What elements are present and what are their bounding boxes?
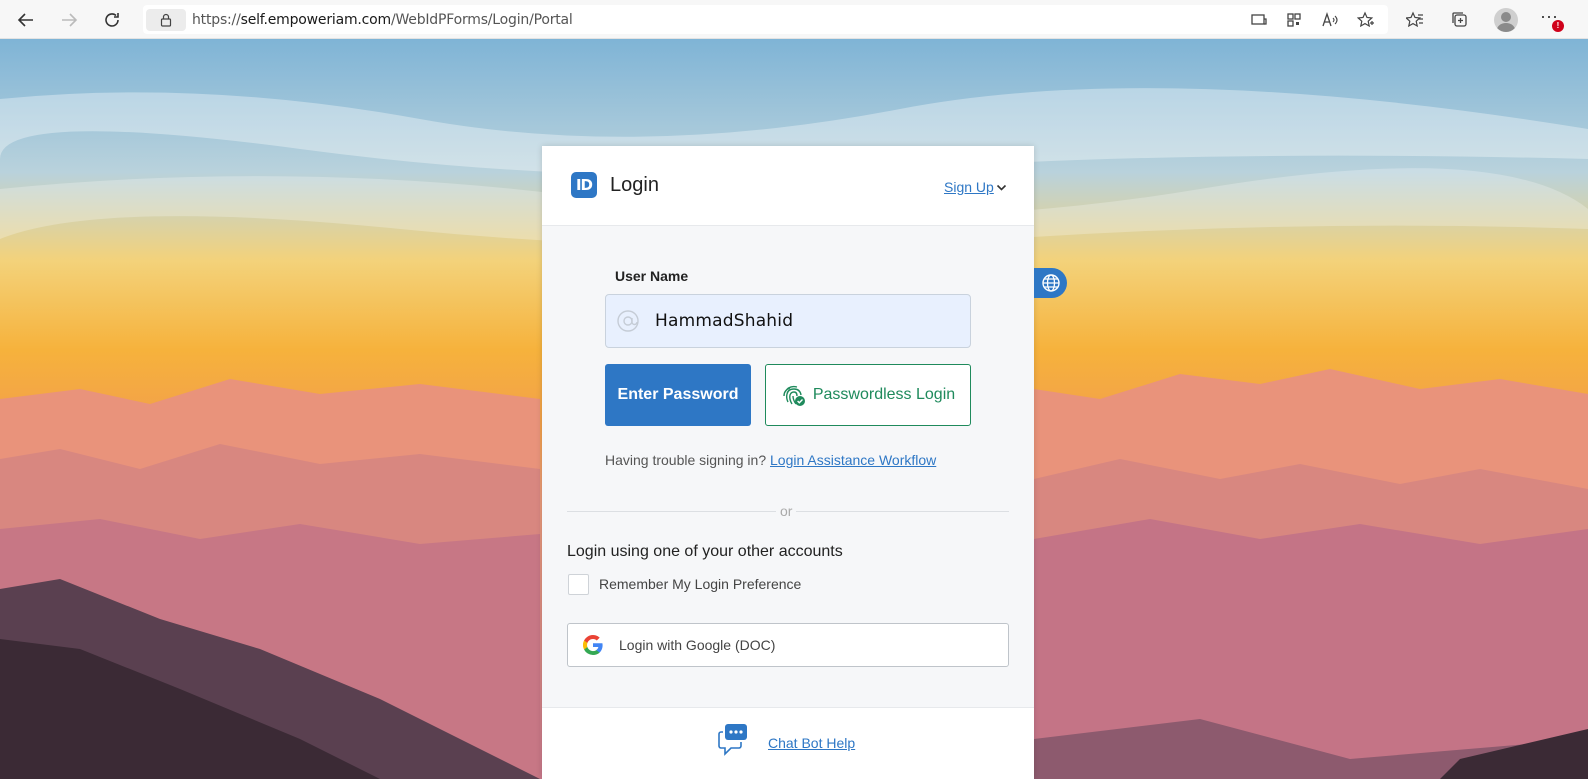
forward-button[interactable]: [56, 7, 82, 33]
google-login-label: Login with Google (DOC): [619, 637, 776, 653]
sign-up-link[interactable]: Sign Up: [944, 179, 1007, 195]
lock-icon: [160, 13, 172, 27]
login-header: ID Login Sign Up: [542, 146, 1034, 226]
notification-badge: !: [1552, 20, 1564, 32]
url-text[interactable]: https://self.empoweriam.com/WebIdPForms/…: [192, 12, 573, 28]
login-assistance-link[interactable]: Login Assistance Workflow: [770, 452, 936, 468]
add-favorite-icon[interactable]: [1355, 9, 1377, 31]
login-card: ID Login Sign Up User Name HammadShahid …: [542, 146, 1034, 779]
username-label: User Name: [615, 268, 689, 284]
google-logo-icon: [583, 635, 603, 655]
chat-bot-help-link[interactable]: Chat Bot Help: [768, 735, 855, 751]
other-accounts-heading: Login using one of your other accounts: [567, 543, 843, 560]
google-login-button[interactable]: Login with Google (DOC): [567, 623, 1009, 667]
chevron-down-icon: [996, 184, 1006, 191]
login-footer: Chat Bot Help: [542, 707, 1034, 779]
trouble-label: Having trouble signing in?: [605, 452, 767, 468]
forward-arrow-icon: [62, 13, 78, 27]
page-title: Login: [610, 174, 659, 196]
id-logo-icon: ID: [571, 172, 597, 198]
at-sign-icon: [617, 310, 639, 332]
read-aloud-icon[interactable]: [1319, 9, 1341, 31]
language-selector-button[interactable]: [1034, 268, 1067, 298]
back-arrow-icon: [17, 13, 33, 27]
app-available-icon[interactable]: [1248, 9, 1270, 31]
chat-bot-icon: [718, 724, 747, 756]
profile-avatar-icon[interactable]: [1494, 8, 1518, 32]
refresh-button[interactable]: [99, 7, 125, 33]
enter-password-button[interactable]: Enter Password: [605, 364, 751, 426]
refresh-icon: [105, 13, 119, 27]
favorites-icon[interactable]: [1404, 9, 1426, 31]
fingerprint-icon: [783, 385, 805, 406]
passwordless-login-button[interactable]: Passwordless Login: [765, 364, 971, 426]
or-separator: or: [776, 503, 797, 519]
sign-up-label[interactable]: Sign Up: [944, 179, 994, 195]
passwordless-label: Passwordless Login: [812, 386, 956, 403]
username-value[interactable]: HammadShahid: [655, 311, 793, 331]
address-bar[interactable]: https://self.empoweriam.com/WebIdPForms/…: [143, 5, 1388, 34]
qr-code-icon[interactable]: [1283, 9, 1305, 31]
back-button[interactable]: [13, 7, 39, 33]
browser-toolbar: https://self.empoweriam.com/WebIdPForms/…: [0, 0, 1588, 39]
globe-icon: [1041, 274, 1060, 292]
trouble-text: Having trouble signing in? Login Assista…: [605, 452, 936, 468]
collections-icon[interactable]: [1449, 9, 1471, 31]
username-input[interactable]: HammadShahid: [605, 294, 971, 348]
remember-preference-checkbox[interactable]: [568, 574, 589, 595]
remember-preference-label[interactable]: Remember My Login Preference: [599, 576, 801, 592]
site-info-button[interactable]: [146, 8, 186, 31]
